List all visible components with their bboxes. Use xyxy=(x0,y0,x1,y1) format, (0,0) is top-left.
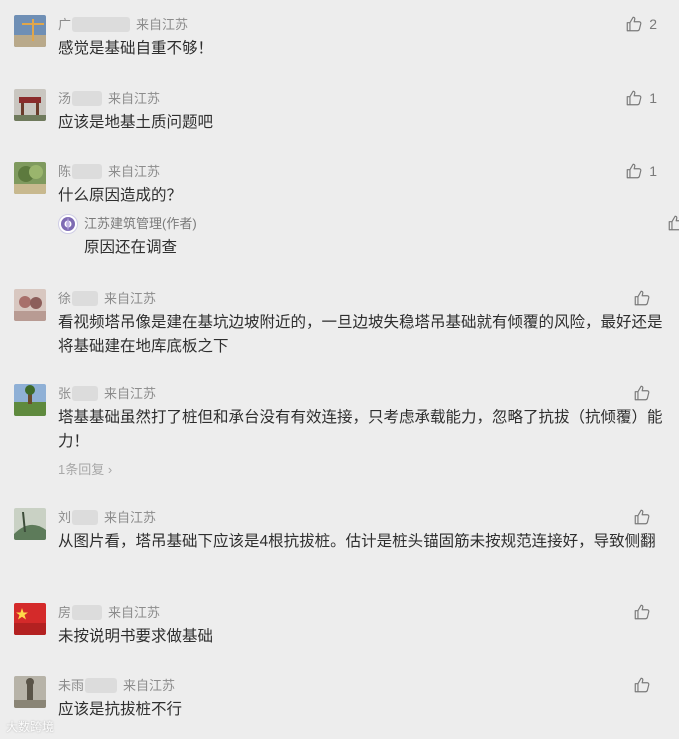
thumbs-up-icon xyxy=(634,677,650,693)
like-button[interactable] xyxy=(633,603,657,621)
avatar[interactable] xyxy=(14,508,46,540)
comment-location: 来自江苏 xyxy=(104,291,157,306)
like-button[interactable]: 1 xyxy=(667,214,679,232)
commenter-name[interactable]: 房 xyxy=(58,605,71,620)
comment-location: 来自江苏 xyxy=(123,678,176,693)
like-button[interactable]: 1 xyxy=(625,89,657,107)
like-button[interactable] xyxy=(633,289,657,307)
like-button[interactable]: 2 xyxy=(625,15,657,33)
thumbs-up-icon xyxy=(668,215,679,231)
commenter-name[interactable]: 张 xyxy=(58,386,71,401)
avatar[interactable] xyxy=(14,676,46,708)
name-redaction xyxy=(72,386,99,401)
comment-text: 看视频塔吊像是建在基坑边坡附近的，一旦边坡失稳塔吊基础就有倾覆的风险，最好还是将… xyxy=(58,314,663,355)
like-button[interactable] xyxy=(633,508,657,526)
name-redaction xyxy=(72,164,103,179)
comment-meta: 房 来自江苏 xyxy=(58,605,160,621)
like-button[interactable] xyxy=(633,384,657,402)
comment-text: 从图片看，塔吊基础下应该是4根抗拔桩。估计是桩头锚固筋未按规范连接好，导致侧翻 xyxy=(58,533,656,550)
comment-text: 塔基基础虽然打了桩但和承台没有有效连接，只考虑承载能力，忽略了抗拔（抗倾覆）能力… xyxy=(58,409,663,450)
comment-meta: 刘 来自江苏 xyxy=(58,510,156,526)
comment-text: 未按说明书要求做基础 xyxy=(58,628,214,645)
name-redaction xyxy=(72,91,103,106)
comment-meta: 陈 来自江苏 xyxy=(58,164,160,180)
author-name[interactable]: 江苏建筑管理(作者) xyxy=(84,216,197,232)
like-button[interactable]: 1 xyxy=(625,162,657,180)
commenter-name[interactable]: 广 xyxy=(58,17,71,32)
comment-meta: 徐 来自江苏 xyxy=(58,291,156,307)
thumbs-up-icon xyxy=(626,163,642,179)
comment-meta: 广 来自江苏 xyxy=(58,17,188,33)
commenter-name[interactable]: 陈 xyxy=(58,164,71,179)
comment-text: 什么原因造成的？ xyxy=(58,187,183,204)
comment-location: 来自江苏 xyxy=(136,17,189,32)
comment-location: 来自江苏 xyxy=(104,386,157,401)
comment-meta: 未雨 来自江苏 xyxy=(58,678,175,694)
avatar[interactable] xyxy=(14,384,46,416)
author-avatar[interactable] xyxy=(58,214,78,234)
avatar[interactable] xyxy=(14,15,46,47)
commenter-name[interactable]: 刘 xyxy=(58,510,71,525)
comment-text: 应该是抗拔桩不行 xyxy=(58,701,183,718)
thumbs-up-icon xyxy=(634,604,650,620)
like-button[interactable] xyxy=(633,676,657,694)
name-redaction xyxy=(72,291,99,306)
thumbs-up-icon xyxy=(626,16,642,32)
comment-meta: 张 来自江苏 xyxy=(58,386,156,402)
like-count: 1 xyxy=(649,163,657,179)
avatar[interactable] xyxy=(14,603,46,635)
thumbs-up-icon xyxy=(634,290,650,306)
like-count: 2 xyxy=(649,16,657,32)
avatar[interactable] xyxy=(14,289,46,321)
thumbs-up-icon xyxy=(634,509,650,525)
comment-location: 来自江苏 xyxy=(108,91,161,106)
commenter-name[interactable]: 汤 xyxy=(58,91,71,106)
name-redaction xyxy=(72,605,103,620)
watermark: 大数跨境 xyxy=(6,720,55,734)
commenter-name[interactable]: 徐 xyxy=(58,291,71,306)
reply-text: 原因还在调查 xyxy=(84,239,178,256)
view-replies-link[interactable]: 1条回复 › xyxy=(58,459,112,478)
replies-count: 1条回复 xyxy=(58,462,105,477)
like-count: 1 xyxy=(649,90,657,106)
comment-text: 感觉是基础自重不够！ xyxy=(58,40,214,57)
comment-location: 来自江苏 xyxy=(104,510,157,525)
name-redaction xyxy=(72,17,131,32)
commenter-name[interactable]: 未雨 xyxy=(58,678,84,693)
thumbs-up-icon xyxy=(626,90,642,106)
name-redaction xyxy=(85,678,118,693)
comment-location: 来自江苏 xyxy=(108,605,161,620)
thumbs-up-icon xyxy=(634,385,650,401)
avatar[interactable] xyxy=(14,89,46,121)
avatar[interactable] xyxy=(14,162,46,194)
chevron-right-icon: › xyxy=(104,462,113,477)
name-redaction xyxy=(72,510,99,525)
comment-meta: 汤 来自江苏 xyxy=(58,91,160,107)
comment-location: 来自江苏 xyxy=(108,164,161,179)
comment-text: 应该是地基土质问题吧 xyxy=(58,114,214,131)
